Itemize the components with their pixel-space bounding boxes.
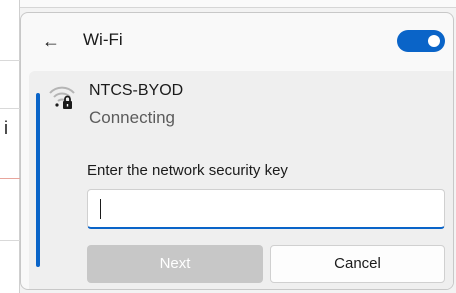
wifi-toggle[interactable] (397, 30, 445, 52)
wifi-flyout: ← Wi-Fi NTCS-BYOD Connecting Enter the n… (20, 12, 454, 290)
flyout-header: ← Wi-Fi (21, 13, 453, 69)
security-key-input[interactable] (87, 189, 445, 229)
arrow-left-icon: ← (42, 31, 60, 51)
network-name: NTCS-BYOD (89, 82, 184, 99)
security-key-label: Enter the network security key (87, 162, 288, 179)
cancel-button[interactable]: Cancel (270, 245, 445, 283)
wifi-secured-icon (49, 86, 75, 109)
selection-indicator (36, 93, 40, 267)
background-window-edge (0, 0, 456, 8)
network-status: Connecting (89, 108, 176, 127)
toggle-knob (428, 35, 440, 47)
background-line (0, 240, 20, 241)
background-line (0, 178, 20, 179)
back-button[interactable]: ← (39, 29, 63, 53)
next-button[interactable]: Next (87, 245, 263, 283)
background-line (0, 60, 20, 61)
network-item-expanded: NTCS-BYOD Connecting Enter the network s… (29, 71, 453, 289)
page-title: Wi-Fi (83, 30, 123, 49)
background-window: i (0, 0, 20, 293)
background-line (0, 108, 20, 109)
text-caret (100, 199, 101, 219)
background-text: i (4, 118, 8, 138)
